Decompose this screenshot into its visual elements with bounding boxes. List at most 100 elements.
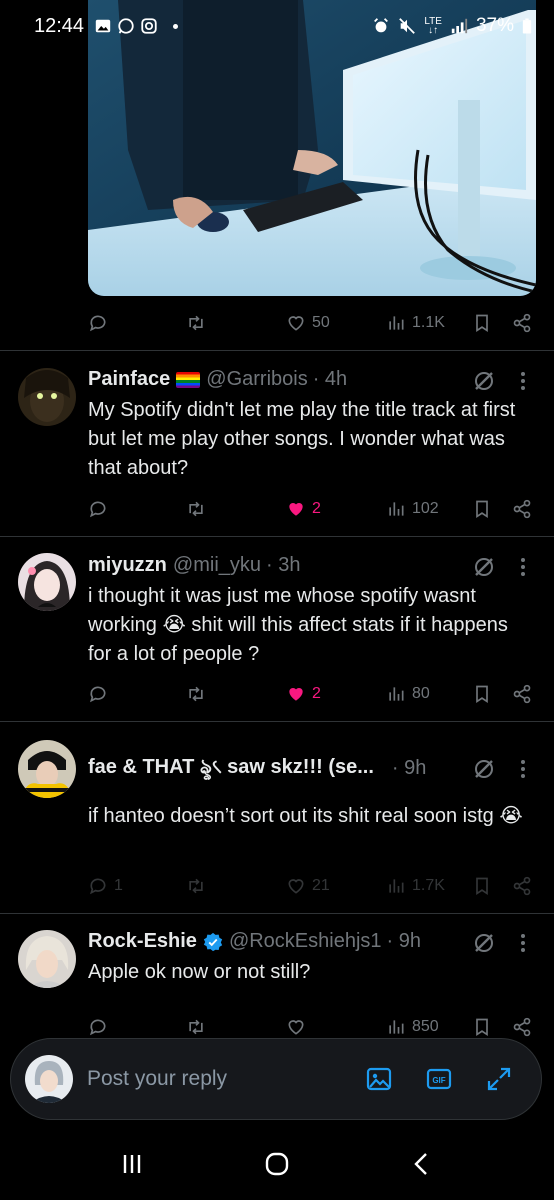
- share-button[interactable]: [512, 876, 532, 896]
- repost-button[interactable]: [186, 684, 206, 704]
- whatsapp-notification-icon: [118, 18, 134, 34]
- image-icon[interactable]: [365, 1065, 393, 1093]
- views-button[interactable]: 1.7K: [386, 876, 445, 896]
- reply-input[interactable]: [87, 1067, 317, 1091]
- bookmark-icon: [476, 500, 488, 519]
- more-options-icon[interactable]: [516, 757, 530, 781]
- repost-button[interactable]: [186, 499, 206, 519]
- bookmark-icon: [476, 685, 488, 704]
- reply-icon: [89, 686, 106, 703]
- like-button[interactable]: 2: [286, 684, 321, 704]
- more-options-icon[interactable]: [516, 369, 530, 393]
- share-icon: [513, 313, 531, 333]
- display-name[interactable]: Painface: [88, 368, 170, 391]
- more-notifications-dot: [173, 23, 179, 29]
- heart-icon: [288, 1020, 304, 1035]
- reply-icon: [89, 878, 106, 895]
- views-count: 1.1K: [412, 314, 445, 331]
- bookmark-icon: [476, 877, 488, 896]
- grok-icon[interactable]: [472, 369, 496, 393]
- status-time: 12:44: [34, 14, 85, 37]
- heart-icon: [288, 879, 304, 894]
- reply-button[interactable]: [88, 499, 108, 519]
- share-button[interactable]: [512, 1017, 532, 1037]
- share-icon: [513, 684, 531, 704]
- timestamp: · 9h: [391, 757, 427, 779]
- bookmark-button[interactable]: [472, 684, 492, 704]
- views-icon: [389, 316, 404, 330]
- views-count: 1.7K: [412, 877, 445, 894]
- views-button[interactable]: 1.1K: [386, 313, 445, 333]
- display-name[interactable]: Rock-Eshie: [88, 930, 197, 953]
- share-button[interactable]: [512, 684, 532, 704]
- alarm-icon: [374, 18, 389, 33]
- repost-button[interactable]: [186, 313, 206, 333]
- avatar[interactable]: [18, 930, 76, 988]
- like-count: 2: [312, 500, 321, 517]
- reply-button[interactable]: [88, 684, 108, 704]
- reply-composer: GIF: [10, 1038, 542, 1120]
- tweet-text: if hanteo doesn’t sort out its shit real…: [88, 805, 523, 827]
- views-button[interactable]: 850: [386, 1017, 439, 1037]
- share-button[interactable]: [512, 313, 532, 333]
- share-icon: [513, 499, 531, 519]
- avatar[interactable]: [18, 553, 76, 611]
- views-icon: [389, 687, 404, 701]
- bookmark-button[interactable]: [472, 876, 492, 896]
- tweet-actions: 2 102: [88, 494, 536, 524]
- repost-icon: [189, 315, 203, 331]
- reply-button[interactable]: 1: [88, 876, 123, 896]
- handle[interactable]: @mii_yku: [173, 554, 261, 577]
- repost-button[interactable]: [186, 1017, 206, 1037]
- timestamp: · 4h: [312, 368, 348, 390]
- like-button[interactable]: 21: [286, 876, 330, 896]
- like-button[interactable]: 2: [286, 499, 321, 519]
- rainbow-flag-icon: [176, 371, 201, 388]
- views-count: 850: [412, 1018, 439, 1035]
- display-name[interactable]: miyuzzn: [88, 554, 167, 577]
- instagram-notification-icon: [141, 18, 157, 34]
- like-button[interactable]: 50: [286, 313, 330, 333]
- views-button[interactable]: 80: [386, 684, 430, 704]
- grok-icon[interactable]: [472, 757, 496, 781]
- avatar[interactable]: [18, 740, 76, 798]
- gif-icon[interactable]: GIF: [425, 1065, 453, 1093]
- handle[interactable]: @RockEshiehjs1: [229, 930, 382, 953]
- status-bar: 12:44 LTE ↓↑ 37%: [0, 0, 554, 52]
- share-button[interactable]: [512, 499, 532, 519]
- repost-button[interactable]: [186, 876, 206, 896]
- reply-button[interactable]: [88, 1017, 108, 1037]
- mute-icon: [399, 18, 416, 34]
- like-count: 21: [312, 877, 330, 894]
- expand-icon[interactable]: [485, 1065, 513, 1093]
- reply-button[interactable]: [88, 313, 108, 333]
- bookmark-button[interactable]: [472, 499, 492, 519]
- tweet-actions: 1 21 1.7K: [88, 871, 536, 901]
- more-options-icon[interactable]: [516, 931, 530, 955]
- divider: [0, 350, 554, 351]
- back-icon[interactable]: [407, 1149, 437, 1179]
- system-nav-bar: [0, 1128, 554, 1200]
- handle[interactable]: @Garribois: [206, 368, 307, 391]
- home-icon[interactable]: [262, 1149, 292, 1179]
- display-name[interactable]: fae & THAT ৡ৻ saw skz!!! (se...: [88, 752, 374, 785]
- repost-icon: [189, 878, 203, 894]
- heart-icon: [288, 316, 304, 331]
- like-button[interactable]: [286, 1017, 306, 1037]
- more-options-icon[interactable]: [516, 555, 530, 579]
- my-avatar[interactable]: [25, 1055, 73, 1103]
- avatar[interactable]: [18, 368, 76, 426]
- recent-apps-icon[interactable]: [117, 1149, 147, 1179]
- tweet-actions: 2 80: [88, 679, 536, 709]
- bookmark-icon: [476, 314, 488, 333]
- like-count: 2: [312, 685, 321, 702]
- views-count: 102: [412, 500, 439, 517]
- bookmark-button[interactable]: [472, 1017, 492, 1037]
- bookmark-button[interactable]: [472, 313, 492, 333]
- views-button[interactable]: 102: [386, 499, 439, 519]
- grok-icon[interactable]: [472, 555, 496, 579]
- views-icon: [389, 502, 404, 516]
- grok-icon[interactable]: [472, 931, 496, 955]
- timestamp: · 3h: [266, 554, 301, 576]
- network-type: LTE ↓↑: [424, 16, 442, 36]
